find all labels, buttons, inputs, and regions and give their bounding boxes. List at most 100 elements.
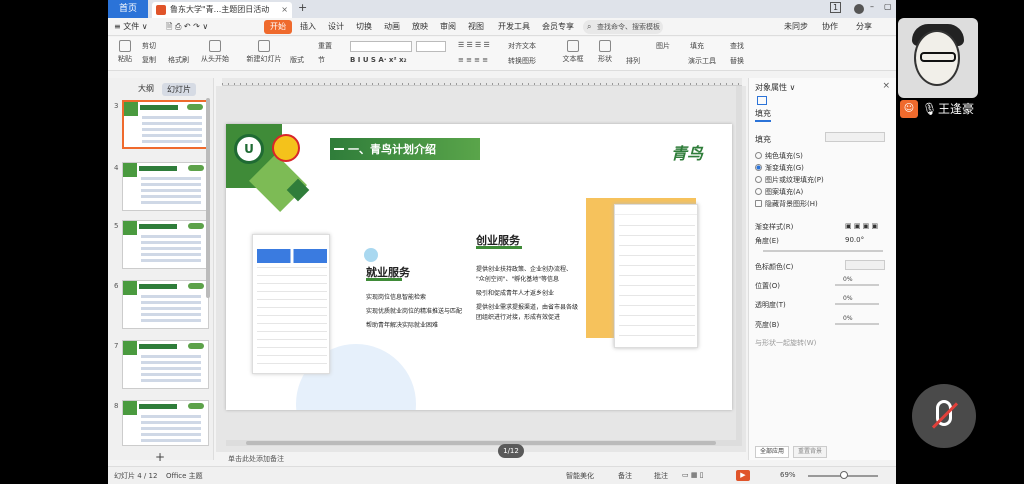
cut-button[interactable]: 剪切 [142,41,156,51]
menu-start[interactable]: 开始 [264,20,292,34]
radio-picture-fill[interactable]: 图片或纹理填充(P) [755,175,824,185]
align-buttons[interactable]: ≡ ≡ ≡ ≡ [458,56,488,64]
slide-title-banner[interactable]: 一、青鸟计划介绍 [330,138,480,160]
quick-access-toolbar[interactable]: 🗎 ⎙ ↶ ↷ ∨ [166,21,208,35]
reset-button[interactable]: 重置 [318,41,332,51]
chuangye-line[interactable]: "众创空间"、"孵化基地"等信息 [476,274,559,283]
transparency-slider[interactable] [835,303,879,305]
tab-outline[interactable]: 大纲 [138,83,154,94]
reset-background-button[interactable]: 重置背景 [793,446,827,458]
section-button[interactable]: 节 [318,55,325,65]
editor-vertical-scrollbar[interactable] [736,86,742,446]
slide-thumbnail[interactable] [122,162,209,211]
tab-fill[interactable]: 填充 [755,108,771,122]
zoom-knob[interactable] [840,471,848,479]
present-tools-button[interactable]: 演示工具 [688,56,716,66]
new-slide-button[interactable]: 新建幻灯片 [244,40,284,64]
add-slide-button[interactable]: + [155,450,165,464]
beautify-button[interactable]: 智能美化 [566,471,594,481]
menu-view[interactable]: 视图 [468,21,484,32]
slide-thumbnail[interactable] [122,100,209,149]
minimize-icon[interactable]: – [870,2,874,11]
rotate-with-shape-checkbox[interactable]: 与形状一起旋转(W) [755,338,816,348]
apply-all-button[interactable]: 全部应用 [755,446,789,458]
menu-transition[interactable]: 切换 [356,21,372,32]
paste-button[interactable]: 粘贴 [110,40,140,64]
notes-area[interactable]: 单击此处添加备注 [216,452,746,466]
shape-button[interactable]: 形状 [590,40,620,64]
new-tab-button[interactable]: + [298,1,307,14]
menu-slideshow[interactable]: 放映 [412,21,428,32]
arrange-button[interactable]: 排列 [626,56,640,66]
slide-thumbnail[interactable] [122,340,209,389]
checkbox-hide-bg[interactable]: 隐藏背景图形(H) [755,199,818,209]
command-search[interactable]: ⌕ 查找命令、搜索模板 [583,20,663,34]
text-format-buttons[interactable]: B I U S A· x² x₂ [350,56,407,64]
menu-member[interactable]: 会员专享 [542,21,574,32]
share-button[interactable]: 分享 [856,21,872,32]
chuangye-line[interactable]: 吸引和促成青年人才返乡创业 [476,288,554,297]
radio-gradient-fill[interactable]: 渐变填充(G) [755,163,804,173]
radio-solid-fill[interactable]: 纯色填充(S) [755,151,803,161]
fill-button[interactable]: 填充 [690,41,704,51]
slide-thumbnail[interactable] [122,400,209,446]
close-tab-icon[interactable]: × [281,2,288,18]
phone-screenshot-startup[interactable] [614,204,698,348]
jiuye-line[interactable]: 实现优质就业岗位的精准推送与匹配 [366,306,462,315]
font-size-select[interactable] [416,41,446,52]
chuangye-line[interactable]: 提供创业扶持政策、企业创办流程、 [476,264,572,273]
collab-button[interactable]: 协作 [822,21,838,32]
mute-microphone-button[interactable] [912,384,976,448]
brightness-slider[interactable] [835,323,879,325]
menu-insert[interactable]: 插入 [300,21,316,32]
replace-button[interactable]: 替换 [730,56,744,66]
editor-horizontal-scrollbar[interactable] [226,440,736,446]
radio-pattern-fill[interactable]: 图案填充(A) [755,187,803,197]
play-icon[interactable]: ▶ [736,470,750,481]
view-mode-icons[interactable]: ▭ ▦ ▯ [682,471,704,479]
copy-button[interactable]: 复制 [142,55,156,65]
find-button[interactable]: 查找 [730,41,744,51]
tab-slides[interactable]: 幻灯片 [162,83,196,96]
fill-preset-select[interactable] [825,132,885,142]
menu-developer[interactable]: 开发工具 [498,21,530,32]
file-menu[interactable]: ≡ 文件 ∨ [114,21,148,32]
panel-title[interactable]: 对象属性 ∨ [755,82,795,93]
format-painter-button[interactable]: 格式刷 [168,55,189,65]
maximize-icon[interactable]: ▢ [884,2,892,11]
angle-input[interactable]: 90.0° [845,236,864,244]
theme-name[interactable]: Office 主题 [166,471,203,481]
slide-thumbnail[interactable] [122,280,209,329]
tab-home[interactable]: 首页 [108,0,148,18]
thumbnail-scrollbar[interactable] [206,98,210,298]
notes-toggle[interactable]: 备注 [618,471,632,481]
font-family-select[interactable] [350,41,412,52]
from-start-button[interactable]: 从头开始 [200,40,230,64]
menu-design[interactable]: 设计 [328,21,344,32]
chuangye-line[interactable]: 团组织进行对接，形成有效促进 [476,312,560,321]
gradient-style-buttons[interactable]: ▣ ▣ ▣ ▣ [845,222,878,230]
comments-toggle[interactable]: 批注 [654,471,668,481]
layout-button[interactable]: 版式 [290,55,304,65]
position-slider[interactable] [835,284,879,286]
slide-canvas[interactable]: U 一、青鸟计划介绍 青鸟 就业服务 实现岗位信息智能检索 实现优质就业岗位的精… [226,124,732,410]
textbox-button[interactable]: 文本框 [558,40,588,64]
tab-document[interactable]: 鲁东大学"青...主题团日活动 × [152,2,292,18]
picture-button[interactable]: 图片 [656,41,670,51]
phone-screenshot-jobs[interactable] [252,234,330,374]
jiuye-line[interactable]: 实现岗位信息智能检索 [366,292,426,301]
stop-color-select[interactable] [845,260,885,270]
convert-smartart-button[interactable]: 转换图形 [508,56,536,66]
text-direction-button[interactable]: 对齐文本 [508,41,536,51]
menu-animation[interactable]: 动画 [384,21,400,32]
user-avatar-icon[interactable] [854,4,864,14]
gradient-bar[interactable] [763,250,883,252]
jiuye-line[interactable]: 帮助青年解决实际就业困难 [366,320,438,329]
sync-status[interactable]: 未同步 [784,21,808,32]
menu-review[interactable]: 审阅 [440,21,456,32]
close-icon[interactable]: × [882,81,890,91]
window-count-badge[interactable]: 1 [830,2,842,13]
slide-thumbnail[interactable] [122,220,209,269]
chuangye-line[interactable]: 提供创业需求提报渠道，由省市县各级 [476,302,578,311]
paragraph-buttons[interactable]: ☰ ☰ ☰ ☰ [458,41,490,49]
